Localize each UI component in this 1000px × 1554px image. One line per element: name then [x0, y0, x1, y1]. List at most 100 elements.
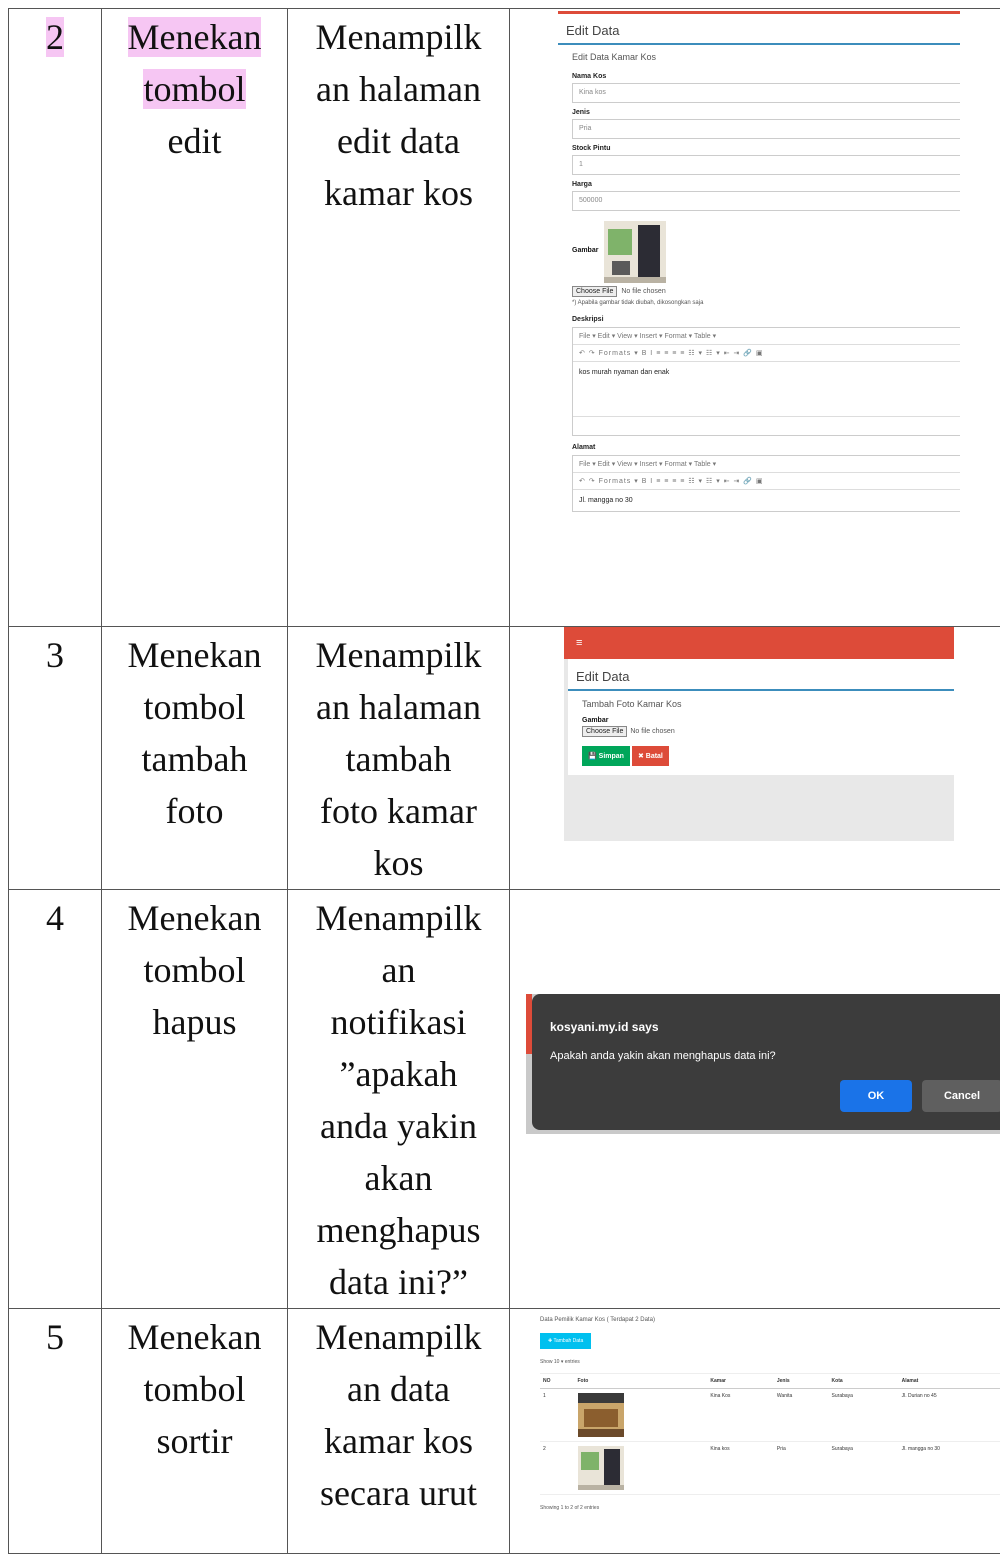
table-row: 2 Menekan tombol edit Menampilk an halam…	[9, 9, 1000, 627]
table-cell: Kina Kos	[707, 1389, 773, 1442]
hamburger-menu-icon[interactable]: ≡	[576, 637, 582, 649]
form-title: Tambah Foto Kamar Kos	[568, 691, 954, 715]
table-title: Data Pemilik Kamar Kos ( Terdapat 2 Data…	[536, 1313, 1000, 1327]
deskripsi-label: Deskripsi	[558, 316, 960, 323]
result-line: data ini?”	[288, 1256, 509, 1308]
sortable-column-header[interactable]: Foto	[575, 1374, 708, 1389]
row-number-cell: 3	[9, 627, 102, 890]
sortable-column-header[interactable]: Alamat	[899, 1374, 1000, 1389]
choose-file-button[interactable]: Choose File	[582, 726, 627, 737]
kos-data-table: NO Foto Kamar Jenis Kota Alamat 1	[540, 1373, 1000, 1495]
result-cell: Menampilk an halaman tambah foto kamar k…	[288, 627, 510, 890]
sortable-column-header[interactable]: NO	[540, 1374, 575, 1389]
room-photo-thumbnail	[604, 221, 666, 283]
nama-kos-input[interactable]: Kina kos	[572, 83, 960, 103]
form-box: Edit Data Tambah Foto Kamar Kos Gambar C…	[568, 659, 954, 775]
screenshot-cell: Edit Data Edit Data Kamar Kos Nama Kos K…	[510, 9, 1000, 627]
box-header: Edit Data	[568, 659, 954, 691]
photo-cell	[575, 1389, 708, 1442]
table-row: 1 Kina Kos Wanita Surabaya J	[540, 1389, 1000, 1442]
table-cell: Pria	[774, 1442, 829, 1495]
file-picker: Choose File No file chosen	[572, 286, 946, 297]
deskripsi-content[interactable]: kos murah nyaman dan enak	[573, 362, 960, 417]
deskripsi-editor[interactable]: File ▾ Edit ▾ View ▾ Insert ▾ Format ▾ T…	[572, 327, 960, 436]
image-note: *) Apabila gambar tidak diubah, dikosong…	[558, 300, 960, 306]
table-row: 5 Menekan tombol sortir Menampilk an dat…	[9, 1309, 1000, 1554]
field-label: Jenis	[558, 109, 960, 116]
action-line: tombol	[143, 69, 245, 109]
add-photo-screenshot: ≡ Edit Data Tambah Foto Kamar Kos Gambar…	[564, 627, 954, 841]
table-cell: 1	[540, 1389, 575, 1442]
result-line: Menampilk	[288, 629, 509, 681]
result-line: Menampilk	[288, 892, 509, 944]
result-line: foto kamar	[288, 785, 509, 837]
result-line: an halaman	[288, 681, 509, 733]
jenis-input[interactable]: Pria	[572, 119, 960, 139]
dialog-message: Apakah anda yakin akan menghapus data in…	[550, 1050, 776, 1062]
add-data-button[interactable]: ✚ Tambah Data	[540, 1333, 591, 1349]
field-label: Nama Kos	[558, 73, 960, 80]
editor-menubar[interactable]: File ▾ Edit ▾ View ▾ Insert ▾ Format ▾ T…	[573, 456, 960, 473]
stock-pintu-input[interactable]: 1	[572, 155, 960, 175]
result-cell: Menampilk an halaman edit data kamar kos	[288, 9, 510, 627]
result-line: kos	[288, 837, 509, 889]
result-line: kamar kos	[288, 1415, 509, 1467]
action-line: hapus	[102, 996, 287, 1048]
table-info: Showing 1 to 2 of 2 entries	[536, 1499, 1000, 1517]
row-number-cell: 4	[9, 890, 102, 1309]
alamat-editor[interactable]: File ▾ Edit ▾ View ▾ Insert ▾ Format ▾ T…	[572, 455, 960, 512]
result-cell: Menampilk an data kamar kos secara urut	[288, 1309, 510, 1554]
result-line: Menampilk	[288, 1311, 509, 1363]
action-line: tombol	[102, 944, 287, 996]
result-line: edit data	[288, 115, 509, 167]
action-line: sortir	[102, 1415, 287, 1467]
image-row: Gambar	[558, 217, 960, 283]
table-cell: Surabaya	[829, 1389, 899, 1442]
sortable-column-header[interactable]: Jenis	[774, 1374, 829, 1389]
result-line: an halaman	[288, 63, 509, 115]
action-line: foto	[102, 785, 287, 837]
form-title: Edit Data Kamar Kos	[558, 45, 960, 69]
room-photo-thumbnail	[578, 1393, 624, 1437]
form-actions: 💾 Simpan✖ Batal	[568, 739, 954, 772]
cancel-button[interactable]: Cancel	[922, 1080, 1000, 1112]
editor-toolbar[interactable]: ↶ ↷ Formats ▾ B I ≡ ≡ ≡ ≡ ☷ ▾ ☷ ▾ ⇤ ⇥ 🔗 …	[573, 345, 960, 362]
no-file-text: No file chosen	[621, 288, 665, 295]
action-line: tombol	[102, 681, 287, 733]
result-line: tambah	[288, 733, 509, 785]
table-cell: 2	[540, 1442, 575, 1495]
background-red-strip	[526, 994, 532, 1054]
harga-input[interactable]: 500000	[572, 191, 960, 211]
row-number: 3	[46, 635, 64, 675]
action-cell: Menekan tombol tambah foto	[102, 627, 288, 890]
image-label: Gambar	[572, 247, 598, 254]
confirm-dialog-screenshot: kosyani.my.id says Apakah anda yakin aka…	[526, 994, 1000, 1134]
result-line: notifikasi	[288, 996, 509, 1048]
show-entries-select[interactable]: Show 10 ▾ entries	[536, 1355, 1000, 1369]
photo-cell	[575, 1442, 708, 1495]
table-header-row: NO Foto Kamar Jenis Kota Alamat	[540, 1374, 1000, 1389]
choose-file-button[interactable]: Choose File	[572, 286, 617, 297]
data-table-screenshot: Data Pemilik Kamar Kos ( Terdapat 2 Data…	[536, 1313, 1000, 1545]
editor-menubar[interactable]: File ▾ Edit ▾ View ▾ Insert ▾ Format ▾ T…	[573, 328, 960, 345]
file-picker: Choose FileNo file chosen	[582, 726, 940, 737]
no-file-text: No file chosen	[630, 728, 674, 735]
table-cell: Surabaya	[829, 1442, 899, 1495]
action-cell: Menekan tombol hapus	[102, 890, 288, 1309]
result-line: an data	[288, 1363, 509, 1415]
sortable-column-header[interactable]: Kamar	[707, 1374, 773, 1389]
sortable-column-header[interactable]: Kota	[829, 1374, 899, 1389]
cancel-button[interactable]: ✖ Batal	[632, 746, 669, 766]
table-cell: Jl. mangga no 30	[899, 1442, 1000, 1495]
table-cell: Jl. Durian no 45	[899, 1389, 1000, 1442]
table-cell: Kina kos	[707, 1442, 773, 1495]
editor-toolbar[interactable]: ↶ ↷ Formats ▾ B I ≡ ≡ ≡ ≡ ☷ ▾ ☷ ▾ ⇤ ⇥ 🔗 …	[573, 473, 960, 490]
save-button[interactable]: 💾 Simpan	[582, 746, 630, 766]
result-line: ”apakah	[288, 1048, 509, 1100]
alamat-content[interactable]: Jl. mangga no 30	[573, 490, 960, 511]
table-row: 2 Kina kos Pria Surabaya Jl.	[540, 1442, 1000, 1495]
field-label: Stock Pintu	[558, 145, 960, 152]
row-number-cell: 2	[9, 9, 102, 627]
ok-button[interactable]: OK	[840, 1080, 912, 1112]
editor-statusbar	[573, 417, 960, 435]
